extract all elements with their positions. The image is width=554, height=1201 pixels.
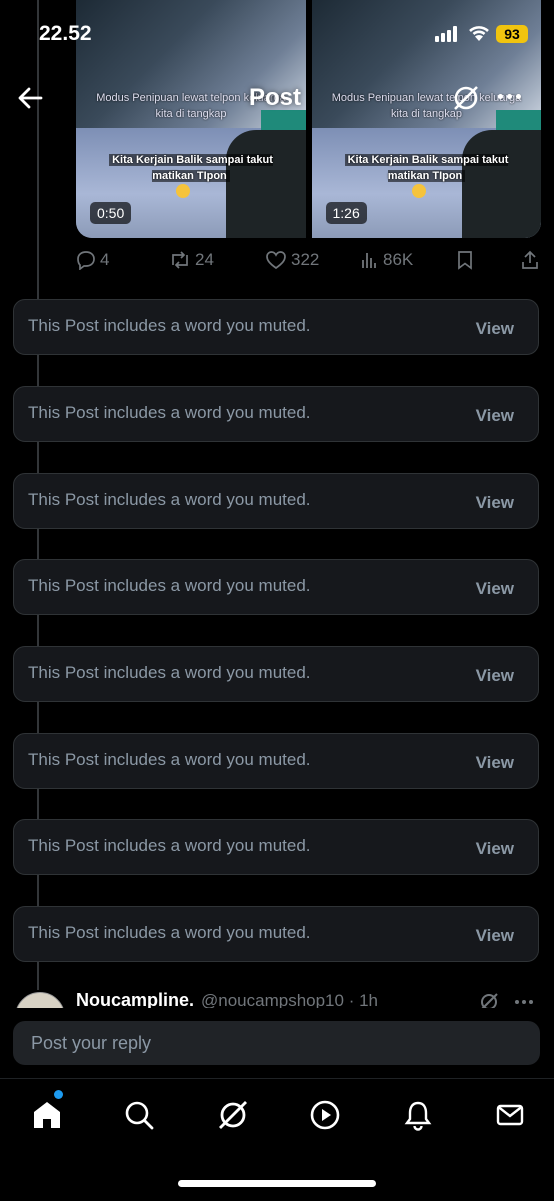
like-action[interactable]: 322 xyxy=(265,250,319,270)
wifi-icon xyxy=(469,26,489,41)
notification-dot xyxy=(54,1090,63,1099)
view-count: 86K xyxy=(383,250,414,269)
view-button[interactable]: View xyxy=(476,839,514,859)
view-button[interactable]: View xyxy=(476,666,514,686)
muted-post-card: This Post includes a word you muted. View xyxy=(13,819,539,875)
video-caption-bottom: Kita Kerjain Balik sampai takut matikan … xyxy=(96,152,286,184)
share-action[interactable] xyxy=(520,250,540,270)
post-actions: 4 24 322 86K xyxy=(76,250,542,274)
grok-icon xyxy=(219,1101,247,1129)
reply-bar xyxy=(0,1008,554,1078)
emoji-icon xyxy=(411,184,426,198)
back-arrow-icon[interactable] xyxy=(16,84,44,112)
like-count: 322 xyxy=(291,250,320,269)
battery-indicator: 93 xyxy=(496,25,528,43)
muted-post-card: This Post includes a word you muted. View xyxy=(13,559,539,615)
bookmark-icon xyxy=(458,251,472,270)
nav-grok[interactable] xyxy=(215,1097,251,1133)
muted-post-card: This Post includes a word you muted. View xyxy=(13,646,539,702)
status-bar: 22.52 93 xyxy=(0,0,554,70)
messages-icon xyxy=(496,1104,524,1126)
grok-icon[interactable] xyxy=(451,83,481,113)
bookmark-action[interactable] xyxy=(456,250,474,270)
view-button[interactable]: View xyxy=(476,926,514,946)
video-duration: 1:26 xyxy=(325,202,367,224)
clock: 22.52 xyxy=(39,22,92,45)
nav-search[interactable] xyxy=(121,1097,157,1133)
reply-count: 4 xyxy=(100,250,110,269)
nav-notifications[interactable] xyxy=(400,1097,436,1133)
video-caption-bottom: Kita Kerjain Balik sampai takut matikan … xyxy=(332,152,522,184)
muted-post-card: This Post includes a word you muted. View xyxy=(13,733,539,789)
heart-icon xyxy=(266,251,286,270)
muted-message: This Post includes a word you muted. xyxy=(28,836,311,855)
view-button[interactable]: View xyxy=(476,579,514,599)
more-options-icon[interactable] xyxy=(515,1000,533,1004)
video-scene xyxy=(461,130,541,238)
reply-input[interactable] xyxy=(13,1021,540,1065)
page-title: Post xyxy=(249,84,302,111)
muted-post-card: This Post includes a word you muted. View xyxy=(13,473,539,529)
video-icon xyxy=(310,1100,340,1130)
view-button[interactable]: View xyxy=(476,753,514,773)
muted-message: This Post includes a word you muted. xyxy=(28,923,311,942)
muted-message: This Post includes a word you muted. xyxy=(28,403,311,422)
caption-text: Kita Kerjain Balik sampai takut matikan … xyxy=(344,154,509,182)
repost-icon xyxy=(172,251,188,269)
home-icon xyxy=(34,1102,60,1128)
notifications-icon xyxy=(404,1101,432,1131)
search-icon xyxy=(125,1101,154,1130)
nav-home[interactable] xyxy=(29,1097,65,1133)
muted-post-card: This Post includes a word you muted. View xyxy=(13,299,539,355)
more-options-icon[interactable] xyxy=(498,94,521,99)
repost-count: 24 xyxy=(195,250,214,269)
home-indicator xyxy=(178,1180,376,1187)
signal-icon xyxy=(435,26,457,42)
muted-post-card: This Post includes a word you muted. View xyxy=(13,906,539,962)
emoji-icon xyxy=(176,184,190,198)
video-duration: 0:50 xyxy=(90,202,132,224)
view-button[interactable]: View xyxy=(476,406,514,426)
views-action[interactable]: 86K xyxy=(359,250,413,270)
views-icon xyxy=(362,253,376,268)
reply-action[interactable]: 4 xyxy=(76,250,109,270)
muted-message: This Post includes a word you muted. xyxy=(28,576,311,595)
video-scene xyxy=(226,130,306,238)
muted-post-card: This Post includes a word you muted. View xyxy=(13,386,539,442)
muted-message: This Post includes a word you muted. xyxy=(28,490,311,509)
view-button[interactable]: View xyxy=(476,319,514,339)
reply-icon xyxy=(77,251,95,270)
share-icon xyxy=(522,250,538,269)
view-button[interactable]: View xyxy=(476,493,514,513)
nav-video[interactable] xyxy=(307,1097,343,1133)
muted-message: This Post includes a word you muted. xyxy=(28,316,311,335)
caption-text: Kita Kerjain Balik sampai takut matikan … xyxy=(109,154,273,182)
muted-message: This Post includes a word you muted. xyxy=(28,750,311,769)
muted-message: This Post includes a word you muted. xyxy=(28,663,311,682)
repost-action[interactable]: 24 xyxy=(169,250,214,270)
nav-messages[interactable] xyxy=(492,1097,528,1133)
video-caption-top: Modus Penipuan lewat telpon keluarga kit… xyxy=(331,92,522,120)
